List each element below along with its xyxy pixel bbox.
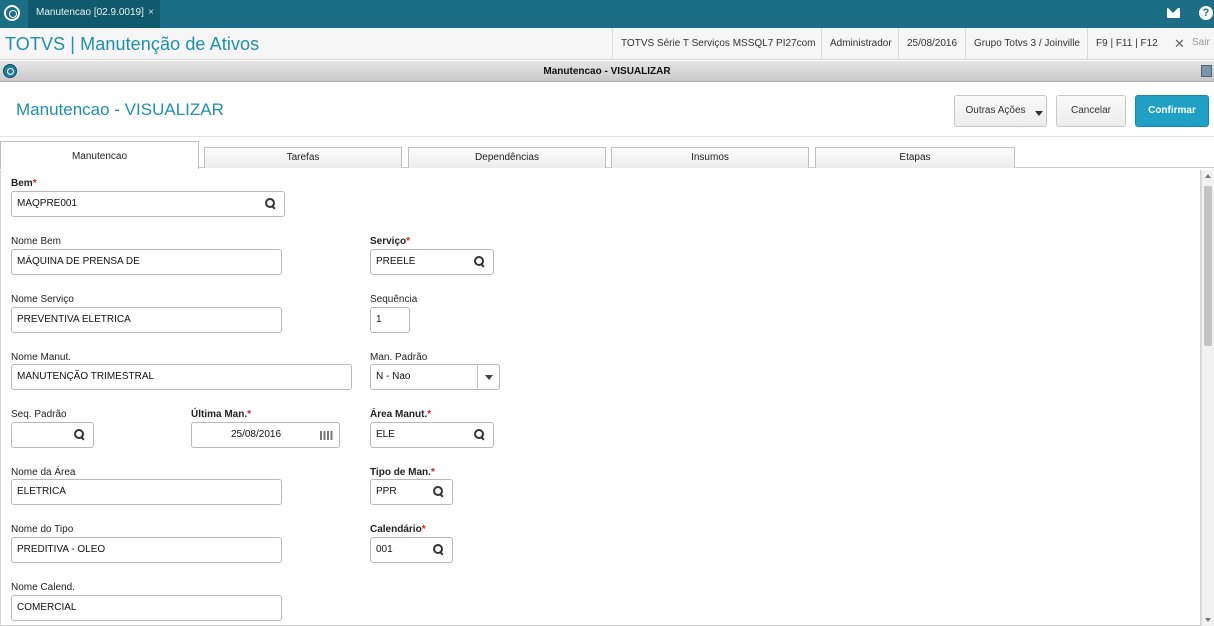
calendario-label-text: Calendário [370,524,422,535]
nome-tipo-field[interactable]: PREDITIVA - OLEO [11,537,282,563]
nome-area-label: Nome da Área [11,467,76,478]
man-padrao-select[interactable]: N - Nao [370,364,500,390]
servico-label: Serviço* [370,236,410,247]
vertical-scrollbar[interactable] [1201,170,1214,626]
folder-tabs: Manutencao Tarefas Dependências Insumos … [0,141,1214,169]
seq-padrao-field[interactable] [11,422,94,448]
tab-etapas[interactable]: Etapas [815,147,1015,168]
nome-calend-field[interactable]: COMERCIAL [11,595,282,621]
bem-value: MAQPRE001 [17,198,78,209]
cancel-button[interactable]: Cancelar [1056,95,1126,127]
scroll-down-icon[interactable] [1205,618,1211,622]
nome-servico-label: Nome Serviço [11,294,74,305]
dialog-caption-text: Manutencao - VISUALIZAR [543,66,671,77]
servico-value: PREELE [376,256,416,267]
chevron-down-icon[interactable] [477,365,499,389]
required-marker: * [421,524,426,535]
tab-insumos[interactable]: Insumos [611,147,809,168]
dialog-app-icon [3,64,17,78]
close-icon[interactable]: ✕ [1174,36,1185,52]
ultima-man-field[interactable]: 25/08/2016 [191,422,340,448]
confirm-button[interactable]: Confirmar [1135,95,1209,127]
bem-label-text: Bem [11,178,33,189]
company-info: Grupo Totvs 3 / Joinville [965,28,1088,60]
tipo-man-field[interactable]: PPR [370,479,453,505]
title-bar: TOTVS | Manutenção de Ativos TOTVS Série… [0,28,1214,60]
nome-bem-field[interactable]: MÁQUINA DE PRENSA DE [11,249,282,275]
search-icon[interactable] [474,429,485,440]
tab-tarefas[interactable]: Tarefas [204,147,402,168]
nome-bem-label: Nome Bem [11,236,62,247]
form-area: Bem* MAQPRE001 Nome Bem MÁQUINA DE PRENS… [0,170,1201,626]
required-marker: * [427,409,432,420]
user-info: Administrador [821,28,900,60]
scroll-up-icon[interactable] [1205,174,1211,178]
bem-field[interactable]: MAQPRE001 [11,191,285,217]
calendario-value: 001 [376,544,393,555]
nome-servico-field[interactable]: PREVENTIVA ELETRICA [11,307,282,333]
area-manut-label-text: Área Manut. [370,409,428,420]
tipo-man-label: Tipo de Man.* [370,467,435,478]
totvs-logo-icon[interactable] [4,5,20,21]
caret-down-icon [1035,111,1043,116]
nome-tipo-label: Nome do Tipo [11,524,74,535]
shortcuts-info: F9 | F11 | F12 [1087,28,1166,60]
required-marker: * [32,178,37,189]
bem-label: Bem* [11,178,37,189]
ultima-man-value: 25/08/2016 [230,429,282,440]
app-tab[interactable]: Manutencao [02.9.0019] × [28,0,160,28]
app-title: TOTVS | Manutenção de Ativos [5,34,260,54]
ultima-man-label-text: Última Man. [191,409,248,420]
mail-icon[interactable] [1167,8,1180,18]
required-marker: * [430,467,435,478]
nome-manut-label: Nome Manut. [11,352,72,363]
top-bar: Manutencao [02.9.0019] × ? [0,0,1214,28]
help-icon[interactable]: ? [1199,6,1213,20]
area-manut-label: Área Manut.* [370,409,431,420]
dialog-caption: Manutencao - VISUALIZAR [0,61,1214,82]
nome-calend-label: Nome Calend. [11,582,75,593]
scroll-thumb[interactable] [1204,186,1212,346]
tipo-man-label-text: Tipo de Man. [370,467,431,478]
date-info: 25/08/2016 [898,28,965,60]
sequencia-label: Sequência [370,294,418,305]
sequencia-field[interactable]: 1 [370,307,410,333]
required-marker: * [406,236,411,247]
calendario-label: Calendário* [370,524,426,535]
seq-padrao-label: Seq. Padrão [11,409,67,420]
search-icon[interactable] [433,544,444,555]
app-tab-close-icon[interactable]: × [148,0,154,26]
other-actions-label: Outras Ações [965,105,1026,116]
search-icon[interactable] [433,486,444,497]
tab-dependencias[interactable]: Dependências [408,147,606,168]
man-padrao-value: N - Nao [376,371,411,382]
ultima-man-label: Última Man.* [191,409,251,420]
required-marker: * [247,409,252,420]
area-manut-value: ELE [376,429,395,440]
calendar-icon[interactable] [320,431,333,440]
tipo-man-value: PPR [376,486,397,497]
nome-manut-field[interactable]: MANUTENÇÃO TRIMESTRAL [11,364,352,390]
dialog-close-icon[interactable] [1201,65,1212,77]
app-tab-label: Manutencao [02.9.0019] [36,7,144,18]
exit-link[interactable]: Sair [1192,37,1210,48]
search-icon[interactable] [74,429,85,440]
servico-field[interactable]: PREELE [370,249,494,275]
environment-info: TOTVS Série T Serviços MSSQL7 PI27com [612,28,824,60]
search-icon[interactable] [474,256,485,267]
page-title: Manutencao - VISUALIZAR [16,100,224,119]
area-manut-field[interactable]: ELE [370,422,494,448]
calendario-field[interactable]: 001 [370,537,453,563]
nome-area-field[interactable]: ELETRICA [11,479,282,505]
servico-label-text: Serviço [370,236,407,247]
other-actions-button[interactable]: Outras Ações [954,95,1047,127]
man-padrao-label: Man. Padrão [370,352,428,363]
page-header: Manutencao - VISUALIZAR Outras Ações Can… [0,83,1214,137]
search-icon[interactable] [265,198,276,209]
tab-manutencao[interactable]: Manutencao [0,141,199,169]
